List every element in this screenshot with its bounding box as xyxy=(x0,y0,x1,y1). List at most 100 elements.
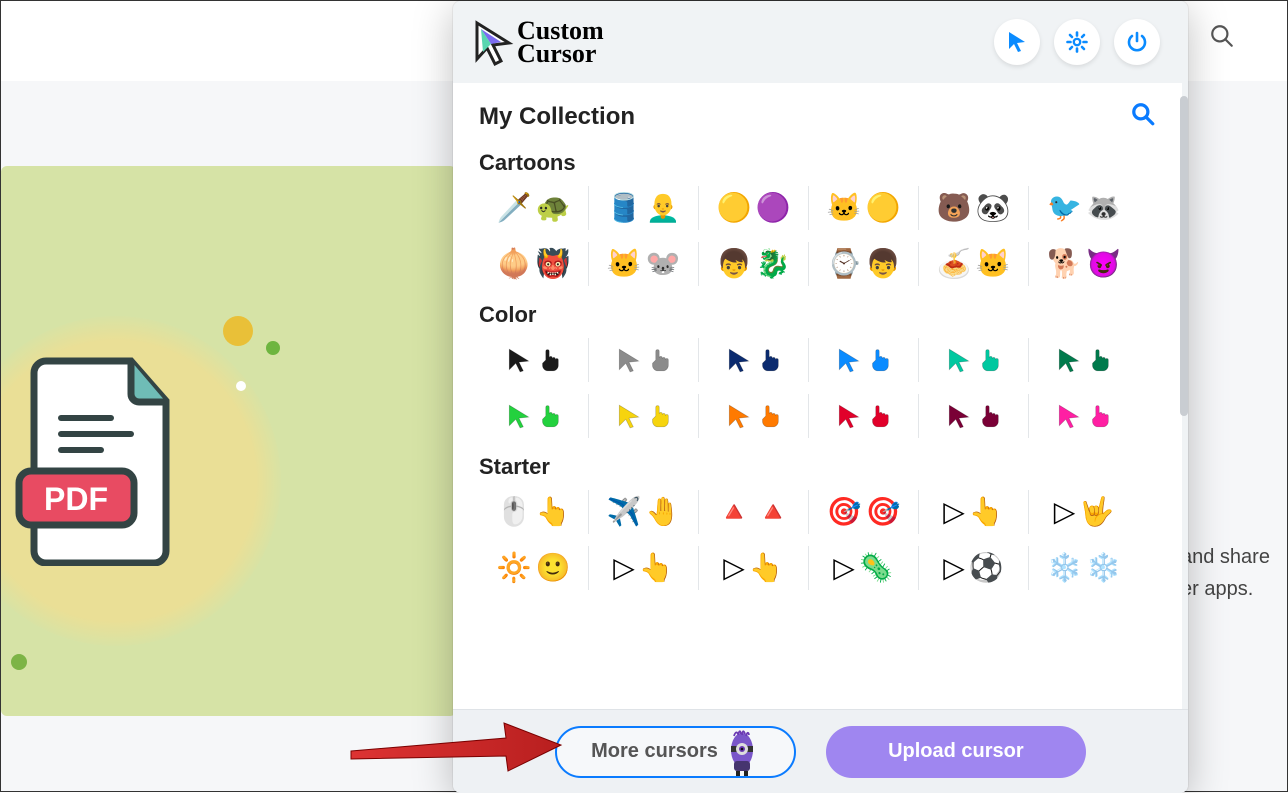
cursor-item-gray[interactable] xyxy=(589,338,699,382)
cursor-item-teal[interactable] xyxy=(919,338,1029,382)
cursor-item-tom-jerry[interactable]: 🐱🐭 xyxy=(589,242,699,286)
cursor-glyph: 😈 xyxy=(1086,250,1121,278)
scrollbar-thumb[interactable] xyxy=(1180,96,1188,416)
cursor-glyph: ❄️ xyxy=(1047,554,1082,582)
cursor-glyph xyxy=(726,347,752,373)
cursor-item-blue[interactable] xyxy=(809,338,919,382)
background-text-fragment: and share er apps. xyxy=(1181,541,1288,605)
cursor-glyph xyxy=(536,403,562,429)
cursor-glyph: ▷ xyxy=(723,554,745,582)
cursor-item-dragon-trainer[interactable]: 👦🐉 xyxy=(699,242,809,286)
cursor-glyph: 🗡️ xyxy=(497,194,532,222)
brand-logo[interactable]: Custom Cursor xyxy=(471,17,604,67)
default-cursor-button[interactable] xyxy=(994,19,1040,65)
cursor-glyph: 🧅 xyxy=(497,250,532,278)
cursor-item-crosshair[interactable]: 🎯🎯 xyxy=(809,490,919,534)
cursor-item-popeye[interactable]: 🛢️👨‍🦲 xyxy=(589,186,699,230)
svg-text:PDF: PDF xyxy=(44,481,108,517)
cursor-item-outline[interactable]: ▷👆 xyxy=(919,490,1029,534)
cursor-glyph: 🎯 xyxy=(866,498,901,526)
power-icon xyxy=(1125,30,1149,54)
cursor-item-black[interactable] xyxy=(479,338,589,382)
cursor-glyph: 🐱 xyxy=(976,250,1011,278)
cursor-item-shrek[interactable]: 🧅👹 xyxy=(479,242,589,286)
cursor-glyph xyxy=(976,347,1002,373)
cursor-glyph: 🟡 xyxy=(717,194,752,222)
cursor-glyph xyxy=(976,403,1002,429)
dot-decoration xyxy=(266,341,280,355)
cursor-glyph: 👆 xyxy=(969,498,1004,526)
cursor-item-felix[interactable]: 🐱🟡 xyxy=(809,186,919,230)
cursor-icon xyxy=(1005,30,1029,54)
page-search-button[interactable] xyxy=(1207,21,1237,51)
cursor-glyph: 👦 xyxy=(866,250,901,278)
cursor-row xyxy=(479,338,1156,382)
cursor-glyph xyxy=(866,403,892,429)
cursor-logo-icon xyxy=(471,17,515,67)
cursor-item-orange[interactable] xyxy=(699,394,809,438)
cursor-glyph xyxy=(646,347,672,373)
cursor-item-soccer[interactable]: ▷⚽ xyxy=(919,546,1029,590)
cursor-item-purple-hand[interactable]: ▷👆 xyxy=(699,546,809,590)
cursor-item-bears[interactable]: 🐻🐼 xyxy=(919,186,1029,230)
cursor-item-yellow[interactable] xyxy=(589,394,699,438)
cursor-item-minions[interactable]: 🟡🟣 xyxy=(699,186,809,230)
cursor-glyph: 🎯 xyxy=(827,498,862,526)
cursor-glyph: ✈️ xyxy=(607,498,642,526)
cursor-glyph: 🐦 xyxy=(1047,194,1082,222)
cursor-glyph: 👦 xyxy=(717,250,752,278)
cursor-glyph: 🤟 xyxy=(1079,498,1114,526)
cursor-glyph: 🦝 xyxy=(1086,194,1121,222)
cursor-glyph: 🐱 xyxy=(827,194,862,222)
cursor-glyph: 🟣 xyxy=(756,194,791,222)
cursor-item-ninja-turtle[interactable]: 🗡️🐢 xyxy=(479,186,589,230)
cursor-glyph: ▷ xyxy=(1054,498,1076,526)
cursor-item-stone[interactable]: 🔺🔺 xyxy=(699,490,809,534)
cursor-item-pixel[interactable]: ▷🤟 xyxy=(1029,490,1139,534)
cursor-glyph xyxy=(616,347,642,373)
settings-button[interactable] xyxy=(1054,19,1100,65)
cursor-item-snowflake[interactable]: ❄️❄️ xyxy=(1029,546,1139,590)
collection-search-button[interactable] xyxy=(1130,101,1156,132)
search-icon xyxy=(1209,23,1235,49)
cursor-glyph xyxy=(946,347,972,373)
cursor-item-rainbow[interactable]: ▷👆 xyxy=(589,546,699,590)
dot-decoration xyxy=(236,381,246,391)
cursor-glyph: 👆 xyxy=(536,498,571,526)
cursor-item-dkgreen[interactable] xyxy=(1029,338,1139,382)
category-color: Color xyxy=(479,302,1156,438)
more-cursors-label: More cursors xyxy=(591,740,718,763)
category-cartoons: Cartoons🗡️🐢🛢️👨‍🦲🟡🟣🐱🟡🐻🐼🐦🦝🧅👹🐱🐭👦🐉⌚👦🍝🐱🐕😈 xyxy=(479,150,1156,286)
upload-cursor-button[interactable]: Upload cursor xyxy=(826,726,1086,778)
cursor-item-green[interactable] xyxy=(479,394,589,438)
gear-icon xyxy=(1065,30,1089,54)
power-button[interactable] xyxy=(1114,19,1160,65)
cursor-item-slime[interactable]: ▷🦠 xyxy=(809,546,919,590)
popup-header: Custom Cursor xyxy=(453,1,1188,83)
cursor-glyph xyxy=(836,403,862,429)
cursor-glyph: 🖱️ xyxy=(497,498,532,526)
cursor-item-wine[interactable] xyxy=(919,394,1029,438)
cursor-item-pink[interactable] xyxy=(1029,394,1139,438)
cursor-item-navy[interactable] xyxy=(699,338,809,382)
cursor-glyph xyxy=(756,403,782,429)
collection-header: My Collection xyxy=(479,101,1156,132)
cursor-item-ben10[interactable]: ⌚👦 xyxy=(809,242,919,286)
cursor-item-regular-show[interactable]: 🐦🦝 xyxy=(1029,186,1139,230)
cursor-glyph: 🔆 xyxy=(497,554,532,582)
more-cursors-button[interactable]: More cursors xyxy=(555,726,796,778)
cursor-item-holo[interactable]: 🖱️👆 xyxy=(479,490,589,534)
cursor-glyph: ❄️ xyxy=(1086,554,1121,582)
cursor-glyph: ⚽ xyxy=(969,554,1004,582)
scrollbar[interactable] xyxy=(1180,96,1188,691)
cursor-item-grinch[interactable]: 🐕😈 xyxy=(1029,242,1139,286)
cursor-item-emoji[interactable]: 🔆🙂 xyxy=(479,546,589,590)
cursor-glyph: 👆 xyxy=(639,554,674,582)
cursor-glyph xyxy=(866,347,892,373)
cursor-item-garfield[interactable]: 🍝🐱 xyxy=(919,242,1029,286)
cursor-item-red[interactable] xyxy=(809,394,919,438)
cursor-item-paper-plane[interactable]: ✈️🤚 xyxy=(589,490,699,534)
header-buttons xyxy=(994,19,1160,65)
cursor-glyph: ▷ xyxy=(943,498,965,526)
cursor-glyph: ⌚ xyxy=(827,250,862,278)
